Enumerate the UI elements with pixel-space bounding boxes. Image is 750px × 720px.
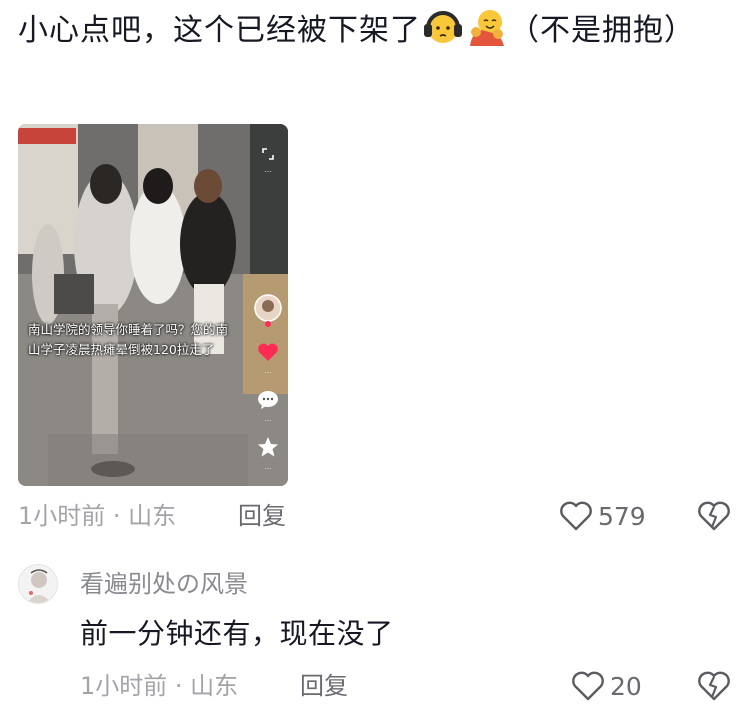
- broken-heart-icon: [698, 501, 730, 531]
- heart-icon: [258, 343, 278, 361]
- comment-text-part2: （不是拥抱）: [509, 13, 695, 48]
- video-side-count: ...: [264, 166, 272, 174]
- video-favorite-button[interactable]: ...: [252, 436, 284, 471]
- broken-heart-icon: [698, 671, 730, 701]
- comment-bubble-icon: [258, 391, 278, 409]
- comment-reply-button[interactable]: 回复: [238, 498, 286, 534]
- video-author-avatar[interactable]: [252, 294, 284, 332]
- reply-reply-button[interactable]: 回复: [300, 668, 348, 704]
- comment-like-count: 579: [598, 501, 646, 531]
- comment-time-location: 1小时前 · 山东: [18, 502, 177, 530]
- comment-dislike-button[interactable]: [696, 498, 732, 534]
- reply-meta-row: 1小时前 · 山东 回复 20: [80, 668, 750, 704]
- comment-like-button[interactable]: 579: [558, 498, 646, 534]
- video-thumbnail[interactable]: 南山学院的领导你睡着了吗？您的南山学子凌晨热瘫晕倒被120拉走了 ... ...: [18, 124, 288, 486]
- heart-outline-icon: [560, 501, 592, 531]
- video-like-count: ...: [264, 367, 272, 375]
- avatar-icon: [27, 569, 51, 603]
- video-side-actions: ... ... ... ...: [252, 124, 284, 486]
- headphone-face-emoji-icon: [424, 11, 462, 43]
- reply-dislike-button[interactable]: [696, 668, 732, 704]
- reply-username[interactable]: 看遍别处の风景: [80, 566, 248, 602]
- heart-outline-icon: [572, 671, 604, 701]
- video-comment-button[interactable]: ...: [252, 390, 284, 423]
- video-fullscreen-button[interactable]: ...: [252, 146, 284, 174]
- comment-meta-row: 1小时前 · 山东 回复 579: [18, 498, 748, 534]
- author-avatar-icon: [254, 294, 282, 327]
- reply-like-button[interactable]: 20: [570, 668, 642, 704]
- expand-icon: [262, 148, 274, 160]
- reply-time-location: 1小时前 · 山东: [80, 672, 239, 700]
- video-favorite-count: ...: [264, 463, 272, 471]
- video-scene-image: [18, 124, 288, 486]
- video-like-button[interactable]: ...: [252, 342, 284, 375]
- reply-text: 前一分钟还有，现在没了: [80, 617, 394, 650]
- reply-avatar[interactable]: [18, 564, 58, 604]
- video-comment-count: ...: [264, 415, 272, 423]
- video-overlay-caption: 南山学院的领导你睡着了吗？您的南山学子凌晨热瘫晕倒被120拉走了: [28, 322, 229, 357]
- hugging-face-emoji-icon: [470, 10, 504, 46]
- star-icon: [258, 437, 278, 457]
- comment-text-part1: 小心点吧，这个已经被下架了: [18, 13, 421, 48]
- comment-text: 小心点吧，这个已经被下架了 （不是拥抱）: [18, 6, 718, 54]
- reply-like-count: 20: [610, 671, 642, 701]
